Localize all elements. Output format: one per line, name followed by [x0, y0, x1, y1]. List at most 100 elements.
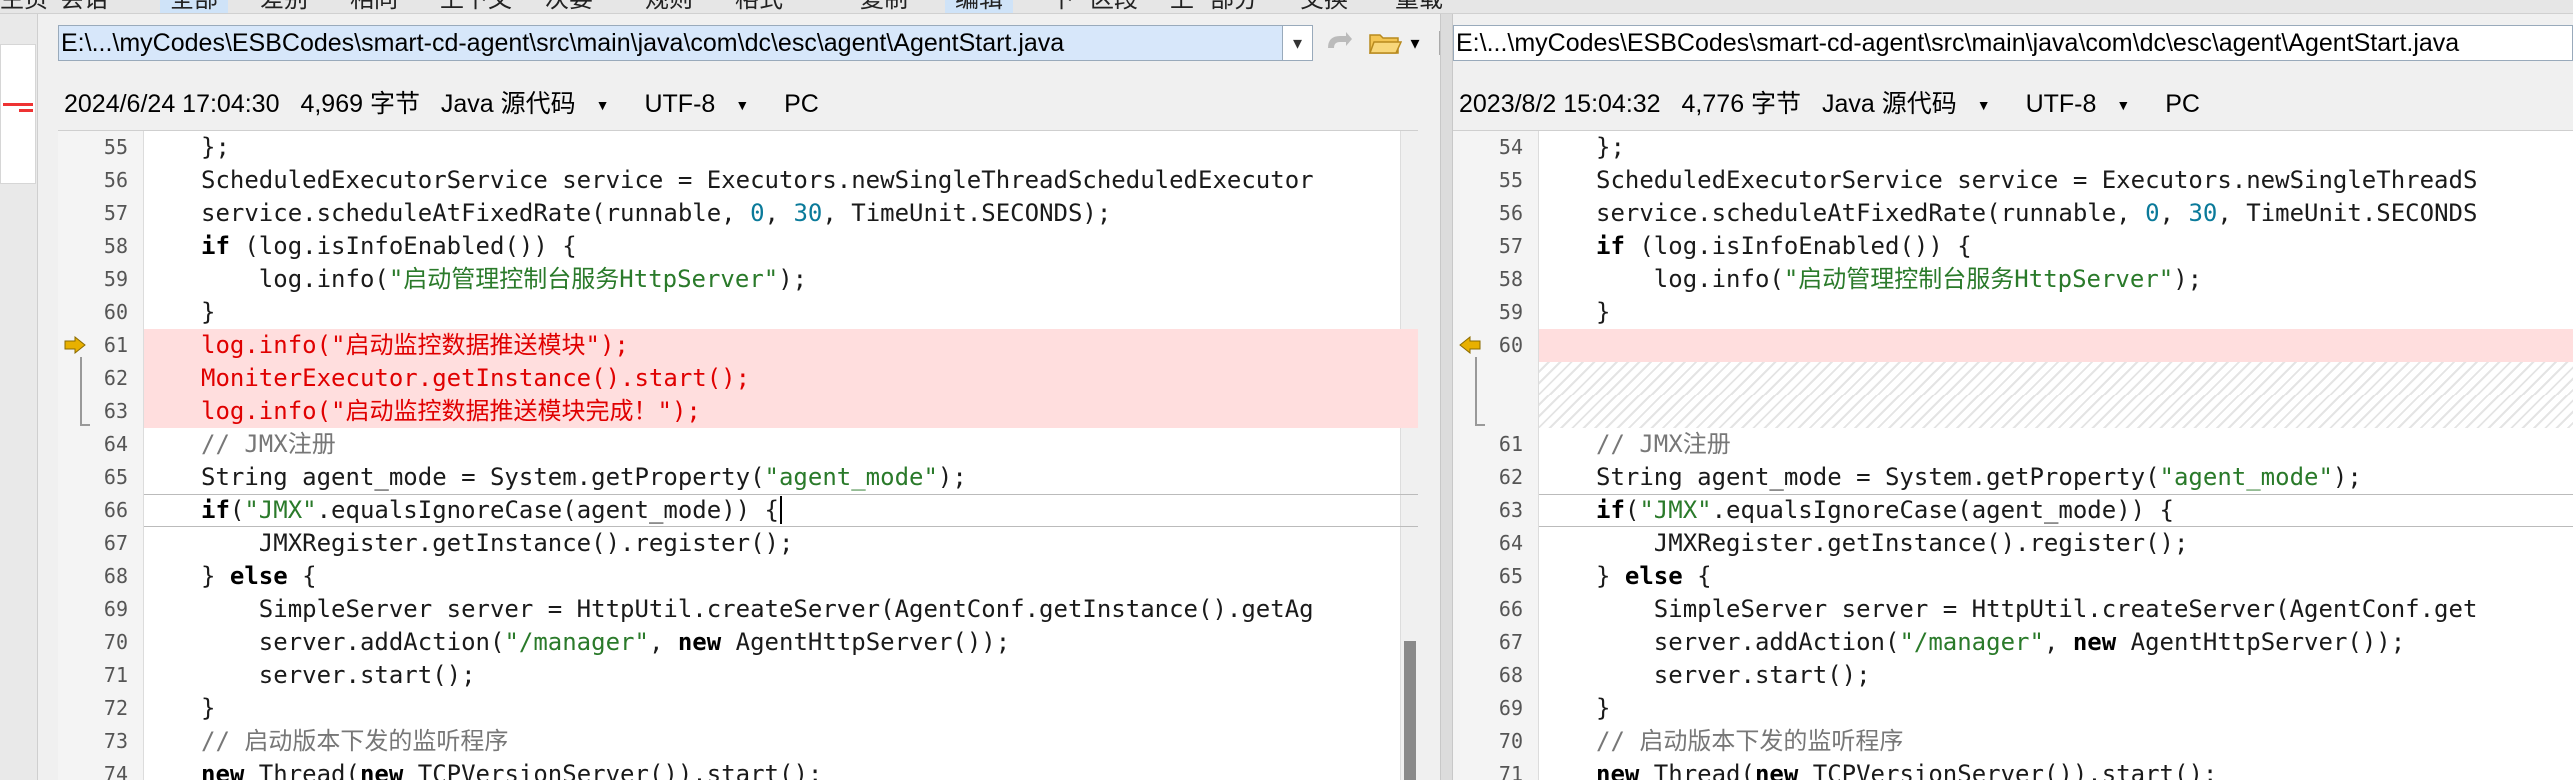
code-line[interactable]: 60} — [58, 296, 1418, 329]
code-line[interactable]: 74 new Thread(new TCPVersionServer()).sta… — [58, 758, 1418, 780]
caret-down-icon: ▼ — [1976, 97, 1991, 114]
code-line[interactable]: 59} — [1453, 296, 2573, 329]
code-line[interactable]: 67 JMXRegister.getInstance().register(); — [58, 527, 1418, 560]
overview-diff-mark — [19, 109, 33, 112]
code-line[interactable]: 55}; — [58, 131, 1418, 164]
code-line[interactable]: 64 // JMX注册 — [58, 428, 1418, 461]
right-format-label: Java 源代码 — [1822, 90, 1957, 118]
line-number: 65 — [103, 465, 128, 489]
code-line[interactable]: 58 if (log.isInfoEnabled()) { — [58, 230, 1418, 263]
ribbon-btn-copy[interactable]: 复制 — [860, 0, 908, 13]
code-line[interactable]: 59 log.info("启动管理控制台服务HttpServer"); — [58, 263, 1418, 296]
thumbnail-sidebar[interactable] — [0, 14, 38, 780]
caret-down-icon: ▼ — [595, 97, 610, 114]
ribbon-btn-edit[interactable]: 编辑 — [945, 0, 1013, 13]
line-number: 68 — [1498, 663, 1523, 687]
right-file-format-select[interactable]: Java 源代码 ▼ — [1822, 90, 2005, 118]
missing-line-placeholder[interactable] — [1453, 395, 2573, 428]
code-text: } else { — [201, 562, 317, 590]
code-line[interactable]: 73 // 启动版本下发的监听程序 — [58, 725, 1418, 758]
ribbon-btn-same[interactable]: 相同 — [350, 0, 398, 13]
code-line[interactable]: 57 service.scheduleAtFixedRate(runnable, … — [58, 197, 1418, 230]
code-line[interactable]: 57 if (log.isInfoEnabled()) { — [1453, 230, 2573, 263]
line-number: 74 — [103, 762, 128, 780]
line-highlight — [1539, 362, 2573, 395]
right-file-pane: E:\...\myCodes\ESBCodes\smart-cd-agent\s… — [1453, 14, 2573, 780]
code-line[interactable]: 60 — [1453, 329, 2573, 362]
code-line[interactable]: 71 new Thread(new TCPVersionServer()).sta… — [1453, 758, 2573, 780]
left-folder-dropdown[interactable]: ▾ — [1405, 25, 1425, 61]
left-lineend-label[interactable]: PC — [784, 90, 819, 118]
left-file-format-select[interactable]: Java 源代码 ▼ — [441, 90, 624, 118]
code-text: JMXRegister.getInstance().register(); — [201, 529, 794, 557]
left-open-folder-button[interactable] — [1365, 25, 1405, 61]
overview-thumbnail[interactable] — [0, 44, 36, 184]
ribbon-btn-rules[interactable]: 规则 — [645, 0, 693, 13]
code-line[interactable]: 55 ScheduledExecutorService service = Exe… — [1453, 164, 2573, 197]
ribbon-btn-swap[interactable]: 交换 — [1300, 0, 1348, 13]
missing-line-placeholder[interactable] — [1453, 362, 2573, 395]
code-line[interactable]: 68} else { — [58, 560, 1418, 593]
ribbon-btn-part[interactable]: 部分 — [1210, 0, 1258, 13]
line-number: 62 — [103, 366, 128, 390]
ribbon-btn-prev[interactable]: 上 — [1170, 0, 1194, 13]
code-line[interactable]: 63 log.info("启动监控数据推送模块完成！"); — [58, 395, 1418, 428]
code-line[interactable]: 72} — [58, 692, 1418, 725]
code-text: service.scheduleAtFixedRate(runnable, 0,… — [1596, 199, 2478, 227]
left-path-input[interactable]: E:\...\myCodes\ESBCodes\smart-cd-agent\s… — [58, 25, 1283, 61]
ribbon-btn-section[interactable]: 区段 — [1090, 0, 1138, 13]
left-encoding-label: UTF-8 — [644, 90, 716, 118]
code-line[interactable]: 56 service.scheduleAtFixedRate(runnable, … — [1453, 197, 2573, 230]
code-line[interactable]: 65 String agent_mode = System.getProperty… — [58, 461, 1418, 494]
right-lineend-label[interactable]: PC — [2165, 90, 2200, 118]
diff-arrow-icon[interactable] — [64, 336, 86, 354]
diff-range-bracket — [80, 357, 90, 426]
code-line[interactable]: 68 server.start(); — [1453, 659, 2573, 692]
ribbon-btn-diffs[interactable]: 差别 — [260, 0, 308, 13]
ribbon-btn-context[interactable]: 上下文 — [440, 0, 512, 13]
code-line[interactable]: 61 // JMX注册 — [1453, 428, 2573, 461]
code-text: if (log.isInfoEnabled()) { — [201, 232, 577, 260]
code-line[interactable]: 62 MoniterExecutor.getInstance().start(); — [58, 362, 1418, 395]
code-line[interactable]: 70 server.addAction("/manager", new Agen… — [58, 626, 1418, 659]
code-line[interactable]: 66 SimpleServer server = HttpUtil.create… — [1453, 593, 2573, 626]
left-file-datetime: 2024/6/24 17:04:30 — [64, 90, 280, 118]
ribbon-tab-session[interactable]: 会话 — [60, 0, 108, 13]
diff-range-bracket — [1475, 357, 1485, 426]
code-line[interactable]: 67 server.addAction("/manager", new Agen… — [1453, 626, 2573, 659]
ribbon-tab-home[interactable]: 主页 — [0, 0, 48, 13]
right-encoding-select[interactable]: UTF-8 ▼ — [2026, 90, 2145, 118]
left-encoding-select[interactable]: UTF-8 ▼ — [644, 90, 763, 118]
folder-open-icon — [1368, 34, 1402, 54]
code-line[interactable]: 69 SimpleServer server = HttpUtil.create… — [58, 593, 1418, 626]
diff-arrow-icon[interactable] — [1459, 336, 1481, 354]
code-line[interactable]: 54}; — [1453, 131, 2573, 164]
line-number: 72 — [103, 696, 128, 720]
ribbon-btn-minor[interactable]: 次要 — [545, 0, 593, 13]
ribbon-btn-reload[interactable]: 重载 — [1395, 0, 1443, 13]
code-line[interactable]: 65} else { — [1453, 560, 2573, 593]
code-line[interactable]: 58 log.info("启动管理控制台服务HttpServer"); — [1453, 263, 2573, 296]
code-line[interactable]: 61 log.info("启动监控数据推送模块"); — [58, 329, 1418, 362]
ribbon-btn-all[interactable]: 全部 — [160, 0, 228, 13]
code-text: } else { — [1596, 562, 1712, 590]
code-line[interactable]: 70 // 启动版本下发的监听程序 — [1453, 725, 2573, 758]
overview-diff-mark — [3, 103, 33, 106]
left-path-dropdown[interactable]: ▾ — [1283, 25, 1313, 61]
code-line[interactable]: 63 if("JMX".equalsIgnoreCase(agent_mode))… — [1453, 494, 2573, 527]
code-line[interactable]: 62 String agent_mode = System.getProperty… — [1453, 461, 2573, 494]
code-line[interactable]: 69} — [1453, 692, 2573, 725]
left-undo-button[interactable] — [1319, 25, 1359, 61]
left-file-size: 4,969 字节 — [300, 90, 420, 118]
right-path-input[interactable]: E:\...\myCodes\ESBCodes\smart-cd-agent\s… — [1453, 25, 2573, 61]
right-encoding-label: UTF-8 — [2025, 90, 2097, 118]
left-code-editor[interactable]: 55}; 56 ScheduledExecutorService service =… — [58, 130, 1418, 780]
pane-splitter[interactable] — [1440, 14, 1453, 780]
code-line[interactable]: 66 if("JMX".equalsIgnoreCase(agent_mode))… — [58, 494, 1418, 527]
ribbon-btn-format[interactable]: 格式 — [735, 0, 783, 13]
code-line[interactable]: 56 ScheduledExecutorService service = Exe… — [58, 164, 1418, 197]
ribbon-btn-next[interactable]: 下 — [1050, 0, 1074, 13]
code-line[interactable]: 71 server.start(); — [58, 659, 1418, 692]
right-code-editor[interactable]: 54}; 55 ScheduledExecutorService service =… — [1453, 130, 2573, 780]
code-line[interactable]: 64 JMXRegister.getInstance().register(); — [1453, 527, 2573, 560]
